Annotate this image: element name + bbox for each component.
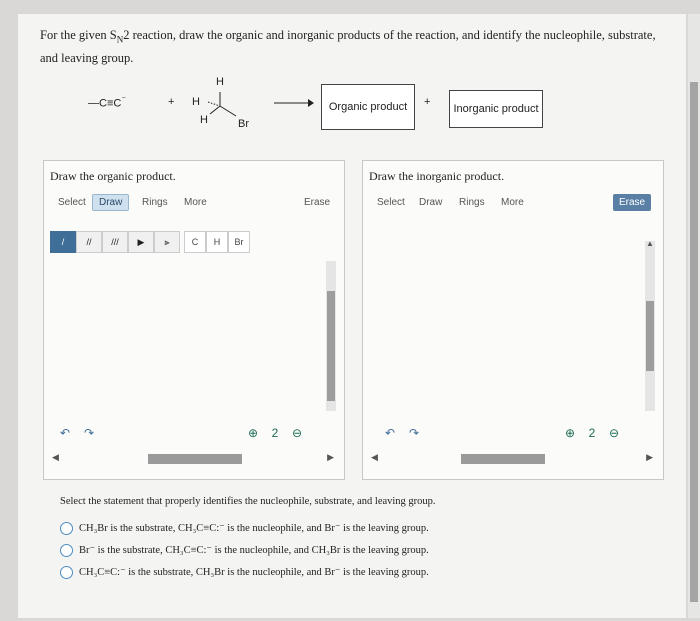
organic-product-panel[interactable]: Draw the organic product. Select Draw Ri…: [43, 160, 345, 480]
radio-button[interactable]: [60, 565, 73, 579]
canvas-controls: ↶ ↷ ⊕ 2 ⊖: [367, 424, 659, 444]
redo-icon[interactable]: ↷: [80, 424, 98, 442]
erase-button[interactable]: Erase: [298, 194, 336, 211]
plus-sign-2: +: [424, 96, 431, 108]
select-button[interactable]: Select: [371, 194, 411, 211]
plus-sign: +: [168, 96, 175, 108]
scroll-thumb[interactable]: [461, 454, 545, 464]
undo-icon[interactable]: ↶: [381, 424, 399, 442]
zoom-out-icon[interactable]: ⊖: [605, 424, 623, 442]
scroll-thumb[interactable]: [327, 291, 335, 401]
rings-button[interactable]: Rings: [136, 194, 174, 211]
erase-button[interactable]: Erase: [613, 194, 652, 211]
mc-option[interactable]: CH₃Br is the substrate, CH₃C≡C:⁻ is the …: [60, 517, 660, 539]
draw-button[interactable]: Draw: [92, 194, 130, 211]
select-button[interactable]: Select: [52, 194, 92, 211]
canvas-vertical-scrollbar[interactable]: [326, 261, 336, 411]
mc-option[interactable]: CH₃C≡C:⁻ is the substrate, CH₃Br is the …: [60, 561, 660, 583]
panel-title: Draw the organic product.: [50, 169, 176, 183]
triple-bond-tool[interactable]: ///: [102, 231, 128, 253]
mc-prompt: Select the statement that properly ident…: [60, 496, 436, 507]
inorganic-product-panel[interactable]: Draw the inorganic product. Select Draw …: [362, 160, 664, 480]
scroll-thumb[interactable]: [646, 301, 654, 371]
zoom-in-icon[interactable]: ⊕: [244, 424, 262, 442]
zoom-reset-icon[interactable]: 2: [583, 424, 601, 442]
radio-button[interactable]: [60, 543, 73, 557]
scroll-left-icon[interactable]: ◀: [371, 452, 378, 463]
canvas-vertical-scrollbar[interactable]: ▲: [645, 239, 655, 411]
zoom-reset-icon[interactable]: 2: [266, 424, 284, 442]
toolbar: Select Draw Rings More Erase: [48, 191, 340, 213]
more-button[interactable]: More: [495, 194, 530, 211]
canvas-controls: ↶ ↷ ⊕ 2 ⊖: [48, 424, 340, 444]
canvas-horizontal-scrollbar[interactable]: ◀ ▶: [369, 452, 657, 464]
undo-icon[interactable]: ↶: [56, 424, 74, 442]
organic-product-box: Organic product: [321, 84, 415, 130]
radio-button[interactable]: [60, 521, 73, 535]
reaction-scheme: —C≡C⁻ + H H H Br Organic product + Inorg…: [88, 76, 608, 164]
redo-icon[interactable]: ↷: [405, 424, 423, 442]
question-sheet: For the given SN2 reaction, draw the org…: [18, 14, 686, 618]
multiple-choice: Select the statement that properly ident…: [60, 496, 660, 583]
double-bond-tool[interactable]: //: [76, 231, 102, 253]
more-button[interactable]: More: [178, 194, 213, 211]
scroll-right-icon[interactable]: ▶: [646, 452, 653, 463]
wedge-bond-tool[interactable]: ▶: [128, 231, 154, 253]
page-scrollbar[interactable]: [688, 14, 700, 618]
inorganic-product-box: Inorganic product: [449, 90, 543, 128]
scroll-right-icon[interactable]: ▶: [327, 452, 334, 463]
panel-title: Draw the inorganic product.: [369, 169, 505, 183]
scroll-thumb[interactable]: [148, 454, 242, 464]
mc-option[interactable]: Br⁻ is the substrate, CH₃C≡C:⁻ is the nu…: [60, 539, 660, 561]
canvas-horizontal-scrollbar[interactable]: ◀ ▶: [50, 452, 338, 464]
scroll-up-icon[interactable]: ▲: [646, 239, 654, 248]
question-text: For the given SN2 reaction, draw the org…: [40, 28, 656, 65]
rings-button[interactable]: Rings: [453, 194, 491, 211]
scroll-left-icon[interactable]: ◀: [52, 452, 59, 463]
carbon-atom-button[interactable]: C: [184, 231, 206, 253]
substrate-bonds: [207, 92, 237, 117]
page-scroll-thumb[interactable]: [690, 82, 698, 602]
hydrogen-atom-button[interactable]: H: [206, 231, 228, 253]
draw-button[interactable]: Draw: [413, 194, 448, 211]
reaction-arrow: [274, 99, 314, 107]
hash-bond-tool[interactable]: ⫸: [154, 231, 180, 253]
single-bond-tool[interactable]: /: [50, 231, 76, 253]
bromine-atom-button[interactable]: Br: [228, 231, 250, 253]
h-top-label: H: [216, 76, 224, 88]
zoom-in-icon[interactable]: ⊕: [561, 424, 579, 442]
toolbar: Select Draw Rings More Erase: [367, 191, 659, 213]
acetylide-nucleophile: —C≡C⁻: [88, 94, 127, 110]
zoom-out-icon[interactable]: ⊖: [288, 424, 306, 442]
